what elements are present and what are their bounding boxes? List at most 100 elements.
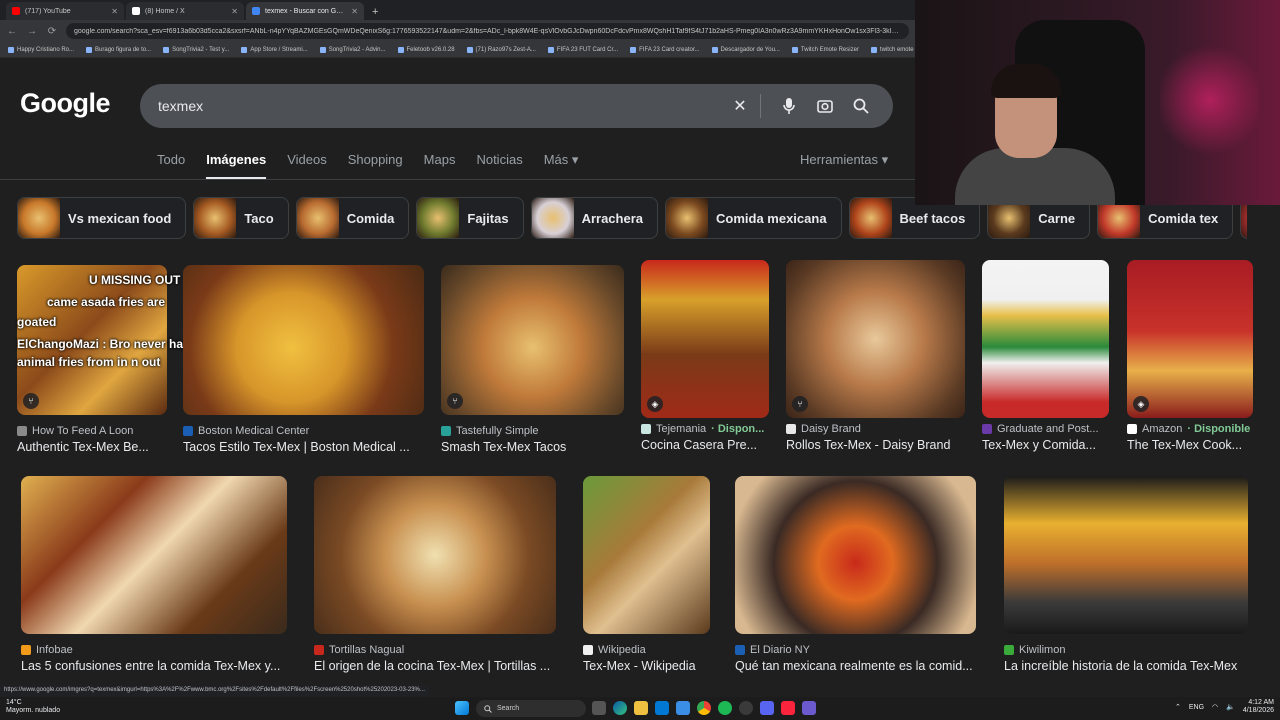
- search-input[interactable]: [158, 98, 718, 114]
- result-thumbnail[interactable]: ⑂: [786, 260, 965, 418]
- volume-icon[interactable]: 🔈: [1226, 703, 1235, 711]
- result-source[interactable]: Kiwilimon: [1004, 644, 1248, 656]
- url-bar[interactable]: google.com/search?sca_esv=f6913a6b03d5cc…: [66, 23, 909, 39]
- result-source[interactable]: Infobae: [21, 644, 287, 656]
- result-source[interactable]: Boston Medical Center: [183, 425, 424, 437]
- image-result[interactable]: Wikipedia Tex-Mex - Wikipedia: [583, 476, 710, 673]
- result-title[interactable]: Tex-Mex y Comida...: [982, 438, 1109, 452]
- forward-icon[interactable]: →: [26, 26, 38, 37]
- result-source[interactable]: Daisy Brand: [786, 423, 965, 435]
- result-thumbnail[interactable]: [314, 476, 556, 634]
- result-thumbnail[interactable]: [1004, 476, 1248, 634]
- result-source[interactable]: How To Feed A Loon: [17, 425, 167, 437]
- result-title[interactable]: El origen de la cocina Tex-Mex | Tortill…: [314, 659, 556, 673]
- result-thumbnail[interactable]: ⑂: [441, 265, 624, 415]
- search-tab[interactable]: Videos: [287, 152, 327, 180]
- search-tab[interactable]: Imágenes: [206, 152, 267, 180]
- image-result[interactable]: ⑂ Daisy Brand Rollos Tex-Mex - Daisy Brand: [786, 260, 965, 452]
- app-icon[interactable]: [802, 701, 816, 715]
- result-thumbnail[interactable]: ◈: [1127, 260, 1253, 418]
- lens-icon[interactable]: [811, 92, 839, 120]
- result-thumbnail[interactable]: [183, 265, 424, 415]
- image-result[interactable]: ⑂ Tastefully Simple Smash Tex-Mex Tacos: [441, 265, 624, 454]
- image-result[interactable]: ⑂ U MISSING OUT came asada fries are goated…: [17, 265, 190, 454]
- tray-expand-icon[interactable]: ⌃: [1175, 703, 1181, 711]
- image-result[interactable]: Infobae Las 5 confusiones entre la comida…: [21, 476, 287, 673]
- image-result[interactable]: Boston Medical Center Tacos Estilo Tex-Me…: [183, 265, 424, 454]
- lang-indicator[interactable]: ENG: [1189, 704, 1204, 711]
- image-result[interactable]: Tortillas Nagual El origen de la cocina T…: [314, 476, 556, 673]
- bookmark-item[interactable]: Descargador de You...: [711, 46, 780, 53]
- result-source[interactable]: Wikipedia: [583, 644, 710, 656]
- discord-icon[interactable]: [760, 701, 774, 715]
- bookmark-item[interactable]: FIFA 23 Card creator...: [630, 46, 700, 53]
- tab-close-icon[interactable]: ✕: [111, 7, 118, 16]
- result-source[interactable]: El Diario NY: [735, 644, 976, 656]
- tools-button[interactable]: Herramientas ▾: [800, 152, 888, 168]
- clock[interactable]: 4:12 AM 4/18/2026: [1243, 699, 1274, 715]
- result-title[interactable]: La increíble historia de la comida Tex-M…: [1004, 659, 1248, 673]
- image-result[interactable]: ◈ Tejemania · Dispon... Cocina Casera Pre..…: [641, 260, 769, 452]
- mail-icon[interactable]: [655, 701, 669, 715]
- back-icon[interactable]: ←: [6, 26, 18, 37]
- result-source[interactable]: Tastefully Simple: [441, 425, 624, 437]
- weather-widget[interactable]: 14°C Mayorm. nublado: [6, 699, 60, 715]
- search-tab[interactable]: Más ▾: [544, 152, 579, 180]
- task-view-icon[interactable]: [592, 701, 606, 715]
- refinement-chip[interactable]: Vs mexican food: [17, 197, 187, 239]
- browser-tab[interactable]: (717) YouTube ✕: [6, 2, 124, 20]
- bookmark-item[interactable]: Burago figura de to...: [86, 46, 151, 53]
- edge-icon[interactable]: [613, 701, 627, 715]
- wifi-icon[interactable]: ◠: [1212, 703, 1218, 711]
- chrome-icon[interactable]: [697, 701, 711, 715]
- windows-start-icon[interactable]: [455, 701, 469, 715]
- search-tab[interactable]: Maps: [424, 152, 456, 180]
- bookmark-item[interactable]: FIFA 23 FUT Card Cr...: [547, 46, 618, 53]
- tab-close-icon[interactable]: ✕: [351, 7, 358, 16]
- result-thumbnail[interactable]: ⑂ U MISSING OUT came asada fries are goated…: [17, 265, 190, 415]
- clear-icon[interactable]: ✕: [726, 92, 754, 120]
- result-title[interactable]: The Tex-Mex Cook...: [1127, 438, 1253, 452]
- search-tab[interactable]: Todo: [157, 152, 185, 180]
- search-tab[interactable]: Noticias: [476, 152, 522, 180]
- result-thumbnail[interactable]: ◈: [641, 260, 769, 418]
- bookmark-item[interactable]: SongTrivia2 - Advin...: [319, 46, 386, 53]
- result-thumbnail[interactable]: [21, 476, 287, 634]
- search-box[interactable]: ✕: [140, 84, 893, 128]
- result-title[interactable]: Qué tan mexicana realmente es la comid..…: [735, 659, 976, 673]
- bookmark-item[interactable]: Happy Cristiano Ro...: [8, 46, 74, 53]
- taskbar-search[interactable]: Search: [476, 700, 586, 717]
- result-source[interactable]: Tejemania · Dispon...: [641, 423, 769, 435]
- result-source[interactable]: Graduate and Post...: [982, 423, 1109, 435]
- new-tab-icon[interactable]: +: [366, 6, 384, 20]
- browser-tab[interactable]: (8) Home / X ✕: [126, 2, 244, 20]
- refinement-chip[interactable]: Arrachera: [530, 197, 658, 239]
- result-thumbnail[interactable]: [583, 476, 710, 634]
- image-result[interactable]: El Diario NY Qué tan mexicana realmente e…: [735, 476, 976, 673]
- result-title[interactable]: Authentic Tex-Mex Be...: [17, 440, 167, 454]
- bookmark-item[interactable]: (71) Razo97s Zest-A...: [466, 46, 536, 53]
- result-title[interactable]: Tacos Estilo Tex-Mex | Boston Medical ..…: [183, 440, 424, 454]
- refinement-chip[interactable]: Fajitas: [416, 197, 524, 239]
- search-icon[interactable]: [847, 92, 875, 120]
- result-thumbnail[interactable]: [735, 476, 976, 634]
- search-tab[interactable]: Shopping: [348, 152, 403, 180]
- refinement-chip[interactable]: Comida mexicana: [665, 197, 842, 239]
- spotify-icon[interactable]: [718, 701, 732, 715]
- result-title[interactable]: Tex-Mex - Wikipedia: [583, 659, 710, 673]
- image-result[interactable]: ◈ Amazon · Disponible The Tex-Mex Cook...: [1127, 260, 1253, 452]
- file-explorer-icon[interactable]: [634, 701, 648, 715]
- result-source[interactable]: Tortillas Nagual: [314, 644, 556, 656]
- browser-tab[interactable]: texmex - Buscar con Google ✕: [246, 2, 364, 20]
- result-title[interactable]: Smash Tex-Mex Tacos: [441, 440, 624, 454]
- result-title[interactable]: Rollos Tex-Mex - Daisy Brand: [786, 438, 965, 452]
- bookmark-item[interactable]: App Store / Streami...: [241, 46, 308, 53]
- result-title[interactable]: Cocina Casera Pre...: [641, 438, 769, 452]
- image-result[interactable]: Kiwilimon La increíble historia de la com…: [1004, 476, 1248, 673]
- obs-icon[interactable]: [739, 701, 753, 715]
- bookmark-item[interactable]: Twitch Emote Resizer: [791, 46, 859, 53]
- refinement-chip[interactable]: Comida: [295, 197, 410, 239]
- image-result[interactable]: Graduate and Post... Tex-Mex y Comida...: [982, 260, 1109, 452]
- bookmark-item[interactable]: SongTrivia2 - Test y...: [163, 46, 229, 53]
- tab-close-icon[interactable]: ✕: [231, 7, 238, 16]
